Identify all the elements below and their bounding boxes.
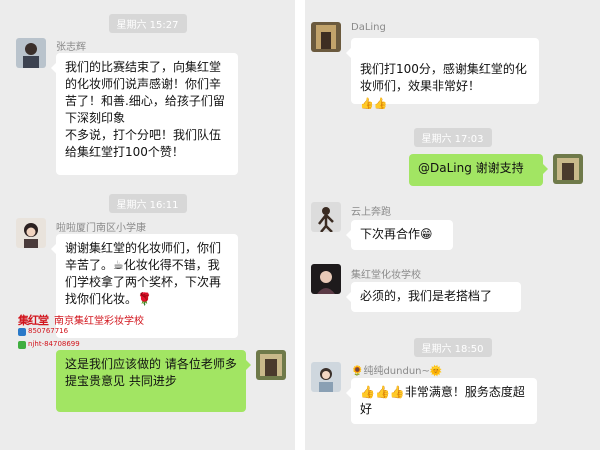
sender-name: DaLing: [351, 22, 386, 33]
message-bubble-sent[interactable]: 这是我们应该做的 请各位老师多提宝贵意见 共同进步: [56, 350, 251, 412]
message-bubble[interactable]: 我们的比赛结束了，向集红堂的化妆师们说声感谢！你们辛苦了！和善.细心，给孩子们留…: [51, 53, 238, 175]
message-text: 我们打100分，感谢集红堂的化妆师们，效果非常好！: [360, 62, 527, 93]
avatar[interactable]: [256, 350, 286, 380]
message-bubble[interactable]: 下次再合作😁: [346, 220, 453, 250]
avatar[interactable]: [553, 154, 583, 184]
timestamp: 星期六 17:03: [413, 128, 492, 147]
message-bubble[interactable]: 👍👍👍非常满意！服务态度超好: [346, 378, 537, 424]
timestamp: 星期六 18:50: [413, 338, 492, 357]
watermark-contact-2: njht-84708699: [28, 340, 80, 348]
timestamp: 星期六 16:11: [108, 194, 187, 213]
watermark: 集红堂 南京集红堂彩妆学校 850767716 njht-84708699: [18, 312, 178, 352]
wechat-icon: [18, 341, 26, 349]
message-bubble[interactable]: 我们打100分，感谢集红堂的化妆师们，效果非常好！ 👍👍: [346, 38, 539, 110]
watermark-logo: 集红堂: [18, 314, 49, 327]
sender-name: 张志辉: [56, 42, 86, 53]
avatar[interactable]: [16, 38, 46, 68]
sender-name: 云上奔跑: [351, 207, 391, 218]
watermark-contact-1: 850767716: [28, 327, 69, 335]
watermark-school-name: 南京集红堂彩妆学校: [54, 316, 144, 327]
avatar[interactable]: [311, 202, 341, 232]
sender-name: 啦啦厦门南区小学康: [56, 223, 146, 234]
sender-name-text: 纯纯dundun~: [363, 366, 430, 377]
avatar[interactable]: [16, 218, 46, 248]
thumbs-up-emoji: 👍👍: [360, 97, 388, 110]
sunflower-emoji: 🌻: [351, 366, 364, 377]
avatar[interactable]: [311, 264, 341, 294]
avatar[interactable]: [311, 362, 341, 392]
qq-icon: [18, 328, 26, 336]
message-bubble[interactable]: 必须的，我们是老搭档了: [346, 282, 521, 312]
left-chat-panel: 星期六 15:27 张志辉 我们的比赛结束了，向集红堂的化妆师们说声感谢！你们辛…: [0, 0, 295, 450]
right-chat-panel: DaLing 我们打100分，感谢集红堂的化妆师们，效果非常好！ 👍👍 星期六 …: [305, 0, 600, 450]
avatar[interactable]: [311, 22, 341, 52]
message-bubble-sent[interactable]: @DaLing 谢谢支持: [409, 154, 548, 186]
timestamp: 星期六 15:27: [108, 14, 187, 33]
sun-emoji: 🌞: [429, 366, 443, 377]
sender-name: 🌻纯纯dundun~🌞: [351, 362, 442, 377]
sender-name: 集红堂化妆学校: [351, 270, 421, 281]
